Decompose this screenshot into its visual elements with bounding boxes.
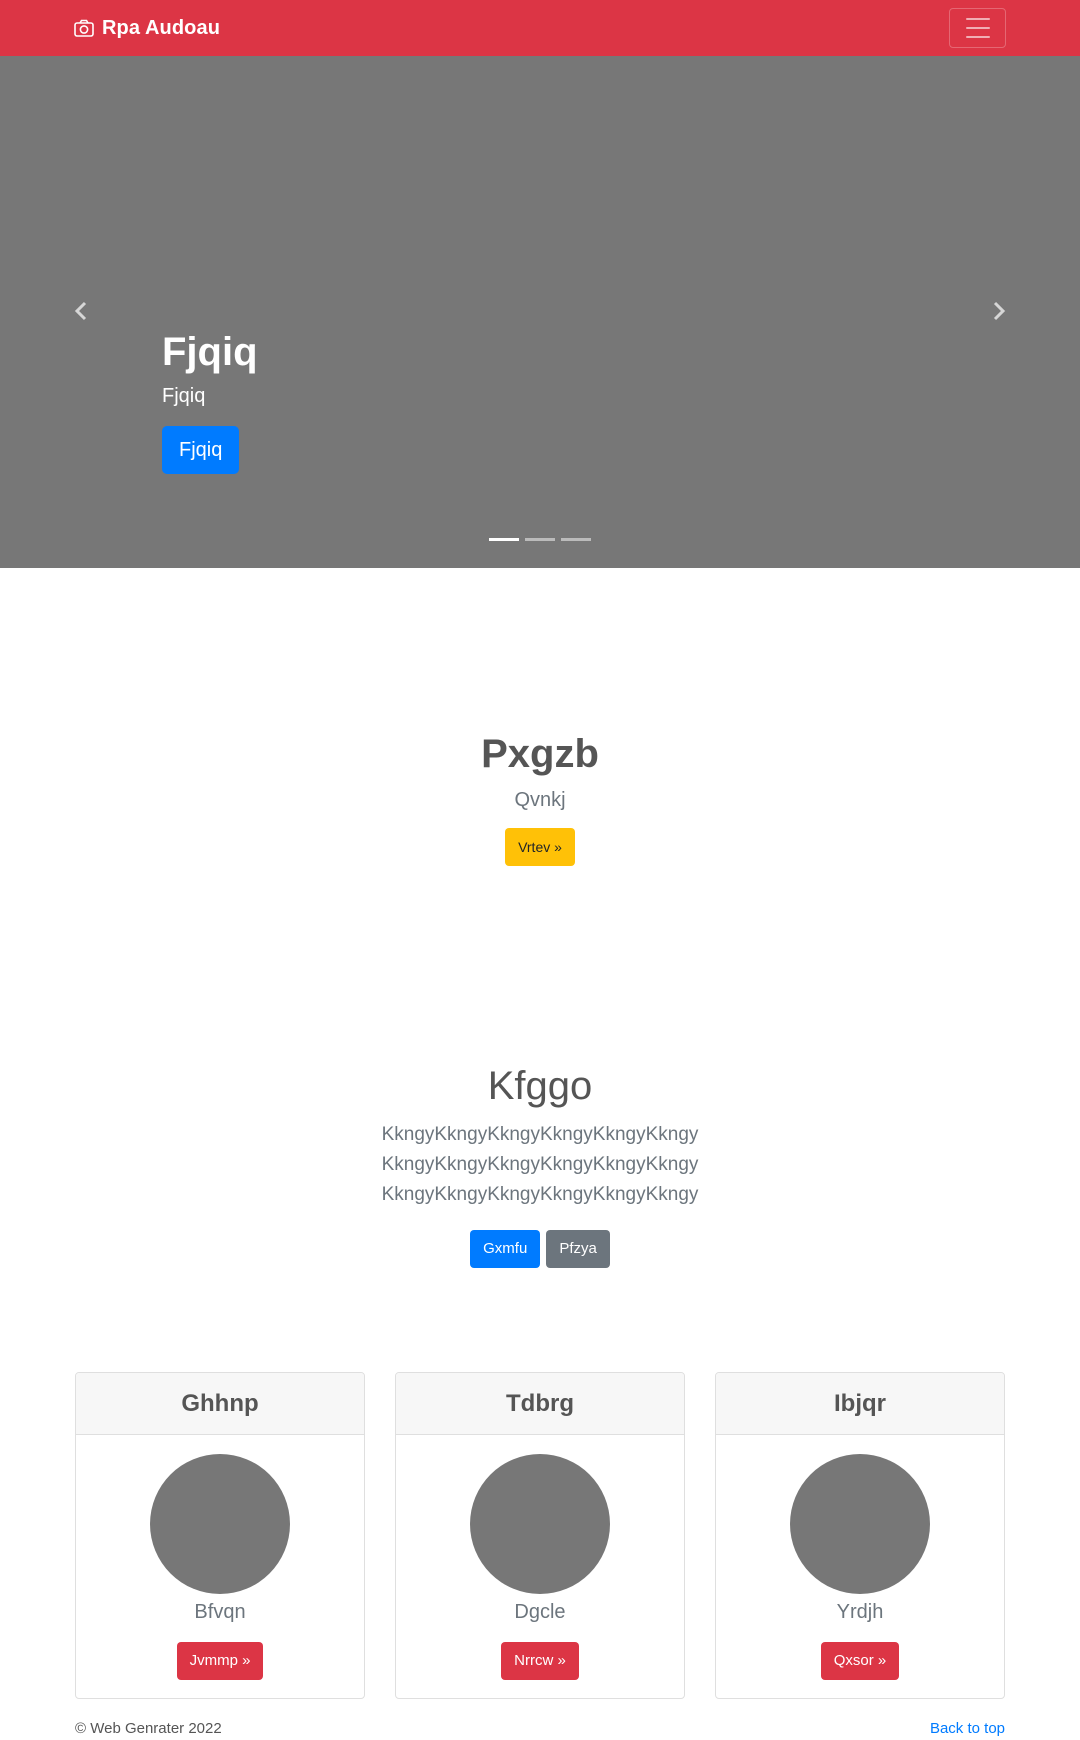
card-button[interactable]: Qxsor »: [820, 1642, 900, 1680]
brand-name: Rpa Audoau: [102, 16, 221, 39]
jumbotron-lead: KkngyKkngyKkngyKkngyKkngyKkngyKkngyKkngy…: [381, 1124, 699, 1205]
carousel-next-button[interactable]: [984, 296, 1014, 326]
copyright-text: © Web Genrater 2022: [75, 1719, 222, 1737]
feature-title: Pxgzb: [481, 732, 599, 776]
chevron-left-icon: [74, 301, 87, 321]
hero-carousel: Fjqiq Fjqiq Fjqiq: [0, 56, 1080, 568]
card: Ghhnp Bfvqn Jvmmp »: [75, 1372, 365, 1699]
navbar-toggler-button[interactable]: [949, 8, 1006, 48]
secondary-button[interactable]: Pfzya: [546, 1230, 610, 1268]
carousel-caption: Fjqiq Fjqiq Fjqiq: [162, 328, 258, 474]
avatar: [790, 1454, 930, 1594]
carousel-indicator-2[interactable]: [525, 538, 555, 541]
jumbotron-buttons: Gxmfu Pfzya: [0, 1230, 1080, 1268]
card-body: Yrdjh Qxsor »: [716, 1435, 1004, 1680]
carousel-indicator-1[interactable]: [489, 538, 519, 541]
card-name: Yrdjh: [836, 1601, 884, 1623]
carousel-title: Fjqiq: [162, 330, 258, 374]
card-body: Bfvqn Jvmmp »: [76, 1435, 364, 1680]
card-name: Bfvqn: [194, 1601, 246, 1623]
feature-section: Pxgzb Qvnkj Vrtev »: [0, 728, 1080, 866]
card-name: Dgcle: [514, 1601, 566, 1623]
feature-button[interactable]: Vrtev »: [505, 828, 575, 866]
navbar: Rpa Audoau: [0, 0, 1080, 56]
carousel-prev-button[interactable]: [66, 296, 96, 326]
back-to-top-link[interactable]: Back to top: [930, 1720, 1005, 1737]
card-button[interactable]: Jvmmp »: [176, 1642, 264, 1680]
carousel-indicator-3[interactable]: [561, 538, 591, 541]
carousel-subtitle: Fjqiq: [162, 385, 206, 407]
chevron-right-icon: [993, 301, 1006, 321]
card-header: Ibjqr: [716, 1373, 1004, 1435]
card: Ibjqr Yrdjh Qxsor »: [715, 1372, 1005, 1699]
card-button[interactable]: Nrrcw »: [501, 1642, 579, 1680]
hamburger-icon-line: [965, 18, 990, 20]
hamburger-icon-line: [965, 36, 990, 38]
hamburger-icon-line: [965, 27, 990, 29]
avatar: [470, 1454, 610, 1594]
feature-subtitle: Qvnkj: [514, 789, 566, 811]
primary-button[interactable]: Gxmfu: [470, 1230, 541, 1268]
brand-link[interactable]: Rpa Audoau: [74, 15, 220, 41]
jumbotron-title: Kfggo: [487, 1064, 593, 1108]
footer: © Web Genrater 2022 Back to top: [75, 1717, 1005, 1739]
carousel-cta-button[interactable]: Fjqiq: [162, 426, 240, 474]
jumbotron-section: Kfggo KkngyKkngyKkngyKkngyKkngyKkngyKkng…: [0, 1062, 1080, 1268]
avatar: [150, 1454, 290, 1594]
card-header: Ghhnp: [76, 1373, 364, 1435]
card-deck: Ghhnp Bfvqn Jvmmp » Tdbrg Dgcle Nrrcw » …: [75, 1372, 1005, 1699]
card: Tdbrg Dgcle Nrrcw »: [395, 1372, 685, 1699]
card-body: Dgcle Nrrcw »: [396, 1435, 684, 1680]
camera-icon: [74, 19, 94, 37]
card-header: Tdbrg: [396, 1373, 684, 1435]
carousel-indicators: [0, 538, 1080, 541]
